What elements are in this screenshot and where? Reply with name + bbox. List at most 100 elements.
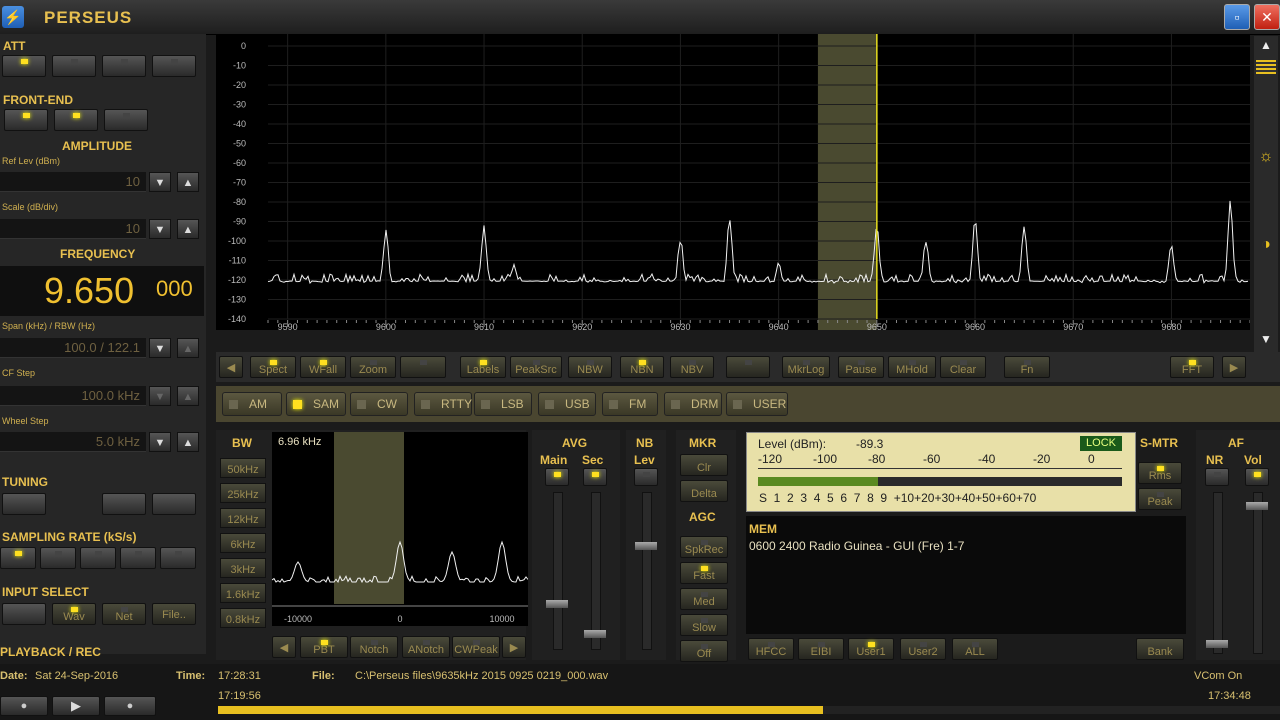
contrast-icon[interactable]: ◑ — [1256, 236, 1276, 254]
sample-rate-button-5[interactable] — [160, 547, 196, 569]
toolbar-button-0[interactable]: Spect — [250, 356, 296, 378]
af-nr-toggle[interactable] — [1205, 468, 1229, 486]
input-select-button-1[interactable] — [2, 603, 46, 625]
scale-up-button[interactable]: ▲ — [177, 219, 199, 239]
ref-lev-down-button[interactable]: ▼ — [149, 172, 171, 192]
rewind-button[interactable]: ● — [0, 696, 48, 716]
sample-rate-button-2[interactable] — [40, 547, 76, 569]
tuning-button-1[interactable] — [2, 493, 46, 515]
filter-button-anotch[interactable]: ANotch — [402, 636, 450, 658]
filter-button-notch[interactable]: Notch — [350, 636, 398, 658]
att-button-4[interactable] — [152, 55, 196, 77]
spectrum-display[interactable]: 0 -10 -20 -30 -40 -50 -60 -70 -80 -90 -100 -110 -120… — [216, 34, 1250, 330]
input-net-button[interactable]: Net — [102, 603, 146, 625]
frontend-button-2[interactable] — [54, 109, 98, 131]
ref-lev-up-button[interactable]: ▲ — [177, 172, 199, 192]
filter-right-arrow[interactable]: ▶ — [502, 636, 526, 658]
toolbar-button-14[interactable]: Fn — [1004, 356, 1050, 378]
scroll-up-icon[interactable]: ▲ — [1256, 38, 1276, 52]
agc-button-spkrec[interactable]: SpkRec — [680, 536, 728, 558]
avg-main-toggle[interactable] — [545, 468, 569, 486]
bw-button-5[interactable]: 1.6kHz — [220, 583, 266, 603]
toolbar-button-15[interactable]: FFT — [1170, 356, 1214, 378]
input-file-button[interactable]: File.. — [152, 603, 196, 625]
agc-button-fast[interactable]: Fast — [680, 562, 728, 584]
mem-button-eibi[interactable]: EIBI — [798, 638, 844, 660]
mode-button-am[interactable]: AM — [222, 392, 282, 416]
avg-sec-knob[interactable] — [584, 630, 606, 638]
toolbar-button-12[interactable]: MHold — [888, 356, 936, 378]
bw-button-3[interactable]: 6kHz — [220, 533, 266, 553]
nb-level-knob[interactable] — [635, 542, 657, 550]
avg-sec-toggle[interactable] — [583, 468, 607, 486]
sample-rate-button-3[interactable] — [80, 547, 116, 569]
mem-button-hfcc[interactable]: HFCC — [748, 638, 794, 660]
minimize-button[interactable]: ▫ — [1224, 4, 1250, 30]
sample-rate-button-4[interactable] — [120, 547, 156, 569]
toolbar-button-11[interactable]: Pause — [838, 356, 884, 378]
avg-main-slider[interactable] — [553, 492, 563, 650]
frontend-button-3[interactable] — [104, 109, 148, 131]
toolbar-button-13[interactable]: Clear — [940, 356, 986, 378]
play-button[interactable]: ▶ — [52, 696, 100, 716]
scroll-down-icon[interactable]: ▼ — [1256, 332, 1276, 346]
toolbar-button-8[interactable]: NBV — [670, 356, 714, 378]
toolbar-button-2[interactable]: Zoom — [350, 356, 396, 378]
agc-button-med[interactable]: Med — [680, 588, 728, 610]
bw-display[interactable]: -10000 0 10000 — [272, 432, 528, 626]
avg-sec-slider[interactable] — [591, 492, 601, 650]
smtr-peak-button[interactable]: Peak — [1138, 488, 1182, 510]
filter-button-cwpeak[interactable]: CWPeak — [452, 636, 500, 658]
filter-button-pbt[interactable]: PBT — [300, 636, 348, 658]
scale-down-button[interactable]: ▼ — [149, 219, 171, 239]
bw-button-1[interactable]: 25kHz — [220, 483, 266, 503]
mode-button-lsb[interactable]: LSB — [474, 392, 532, 416]
toolbar-left-arrow[interactable]: ◀ — [219, 356, 243, 378]
mode-button-rtty[interactable]: RTTY — [414, 392, 472, 416]
mode-button-drm[interactable]: DRM — [664, 392, 722, 416]
bw-button-0[interactable]: 50kHz — [220, 458, 266, 478]
nb-level-slider[interactable] — [642, 492, 652, 650]
input-wav-button[interactable]: Wav — [52, 603, 96, 625]
wheel-step-down-button[interactable]: ▼ — [149, 432, 171, 452]
att-button-1[interactable] — [2, 55, 46, 77]
close-button[interactable]: ✕ — [1254, 4, 1280, 30]
frontend-button-1[interactable] — [4, 109, 48, 131]
toolbar-button-9[interactable] — [726, 356, 770, 378]
scale-value[interactable]: 10 — [0, 219, 146, 239]
mem-button-user2[interactable]: User2 — [900, 638, 946, 660]
mode-button-user[interactable]: USER — [726, 392, 788, 416]
cf-step-value[interactable]: 100.0 kHz — [0, 386, 146, 406]
span-down-button[interactable]: ▼ — [149, 338, 171, 358]
att-button-2[interactable] — [52, 55, 96, 77]
bw-button-6[interactable]: 0.8kHz — [220, 608, 266, 628]
span-up-button[interactable]: ▲ — [177, 338, 199, 358]
record-button[interactable]: ● — [104, 696, 156, 716]
af-vol-knob[interactable] — [1246, 502, 1268, 510]
avg-main-knob[interactable] — [546, 600, 568, 608]
toolbar-button-1[interactable]: WFall — [300, 356, 346, 378]
wheel-step-value[interactable]: 5.0 kHz — [0, 432, 146, 452]
mem-bank-button[interactable]: Bank — [1136, 638, 1184, 660]
smtr-rms-button[interactable]: Rms — [1138, 462, 1182, 484]
att-button-3[interactable] — [102, 55, 146, 77]
agc-button-slow[interactable]: Slow — [680, 614, 728, 636]
af-vol-toggle[interactable] — [1245, 468, 1269, 486]
toolbar-button-6[interactable]: NBW — [568, 356, 612, 378]
agc-button-off[interactable]: Off — [680, 640, 728, 662]
tuning-button-2[interactable] — [102, 493, 146, 515]
nb-toggle[interactable] — [634, 468, 658, 486]
spectrum-scrollbar[interactable] — [1254, 36, 1278, 352]
mem-entry[interactable]: 0600 2400 Radio Guinea - GUI (Fre) 1-7 — [749, 539, 964, 553]
cf-step-up-button[interactable]: ▲ — [177, 386, 199, 406]
af-vol-slider[interactable] — [1253, 492, 1263, 654]
mode-button-cw[interactable]: CW — [350, 392, 408, 416]
toolbar-button-10[interactable]: MkrLog — [782, 356, 830, 378]
toolbar-button-7[interactable]: NBN — [620, 356, 664, 378]
af-nr-slider[interactable] — [1213, 492, 1223, 654]
mkr-clear-button[interactable]: Clr — [680, 454, 728, 476]
cf-step-down-button[interactable]: ▼ — [149, 386, 171, 406]
mem-button-all[interactable]: ALL — [952, 638, 998, 660]
filter-left-arrow[interactable]: ◀ — [272, 636, 296, 658]
playback-progress[interactable] — [218, 706, 1280, 714]
